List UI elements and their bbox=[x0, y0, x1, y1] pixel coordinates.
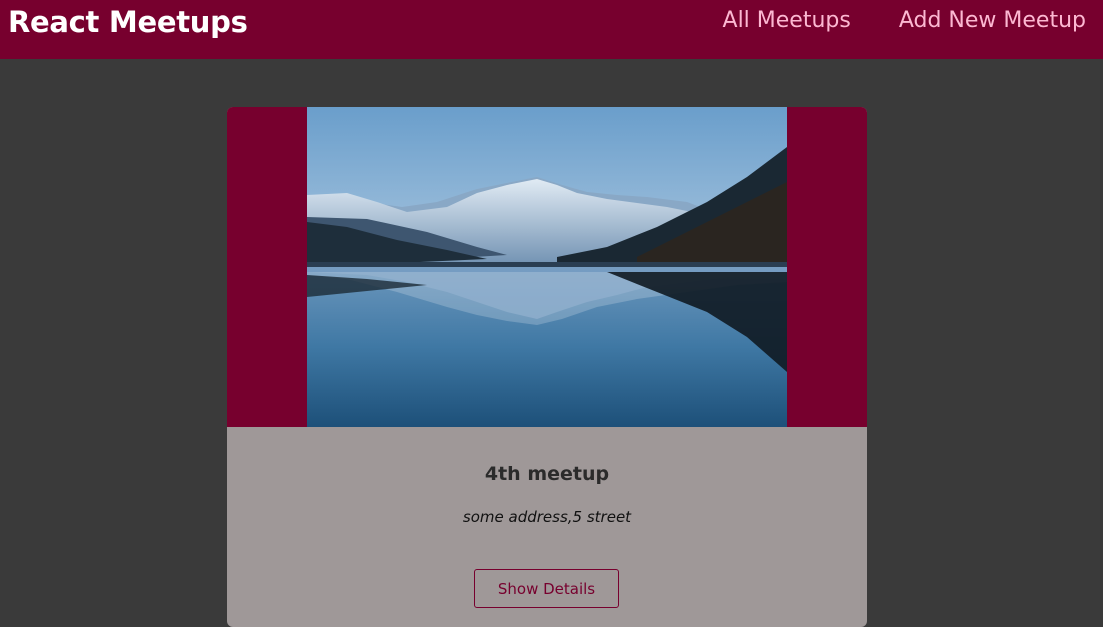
meetup-image bbox=[307, 107, 787, 427]
nav-link-add-new-meetup[interactable]: Add New Meetup bbox=[899, 6, 1086, 36]
meetup-card: 4th meetup some address,5 street Show De… bbox=[227, 107, 867, 627]
logo: React Meetups bbox=[8, 5, 248, 39]
meetup-card-body: 4th meetup some address,5 street Show De… bbox=[227, 427, 867, 627]
meetup-title: 4th meetup bbox=[484, 463, 610, 485]
meetup-address: some address,5 street bbox=[462, 508, 632, 526]
main-nav: All Meetups Add New Meetup bbox=[723, 6, 1086, 36]
meetup-image-frame bbox=[227, 107, 867, 427]
nav-link-all-meetups[interactable]: All Meetups bbox=[723, 6, 851, 36]
main-header: React Meetups All Meetups Add New Meetup bbox=[0, 0, 1103, 59]
show-details-button[interactable]: Show Details bbox=[474, 569, 619, 608]
